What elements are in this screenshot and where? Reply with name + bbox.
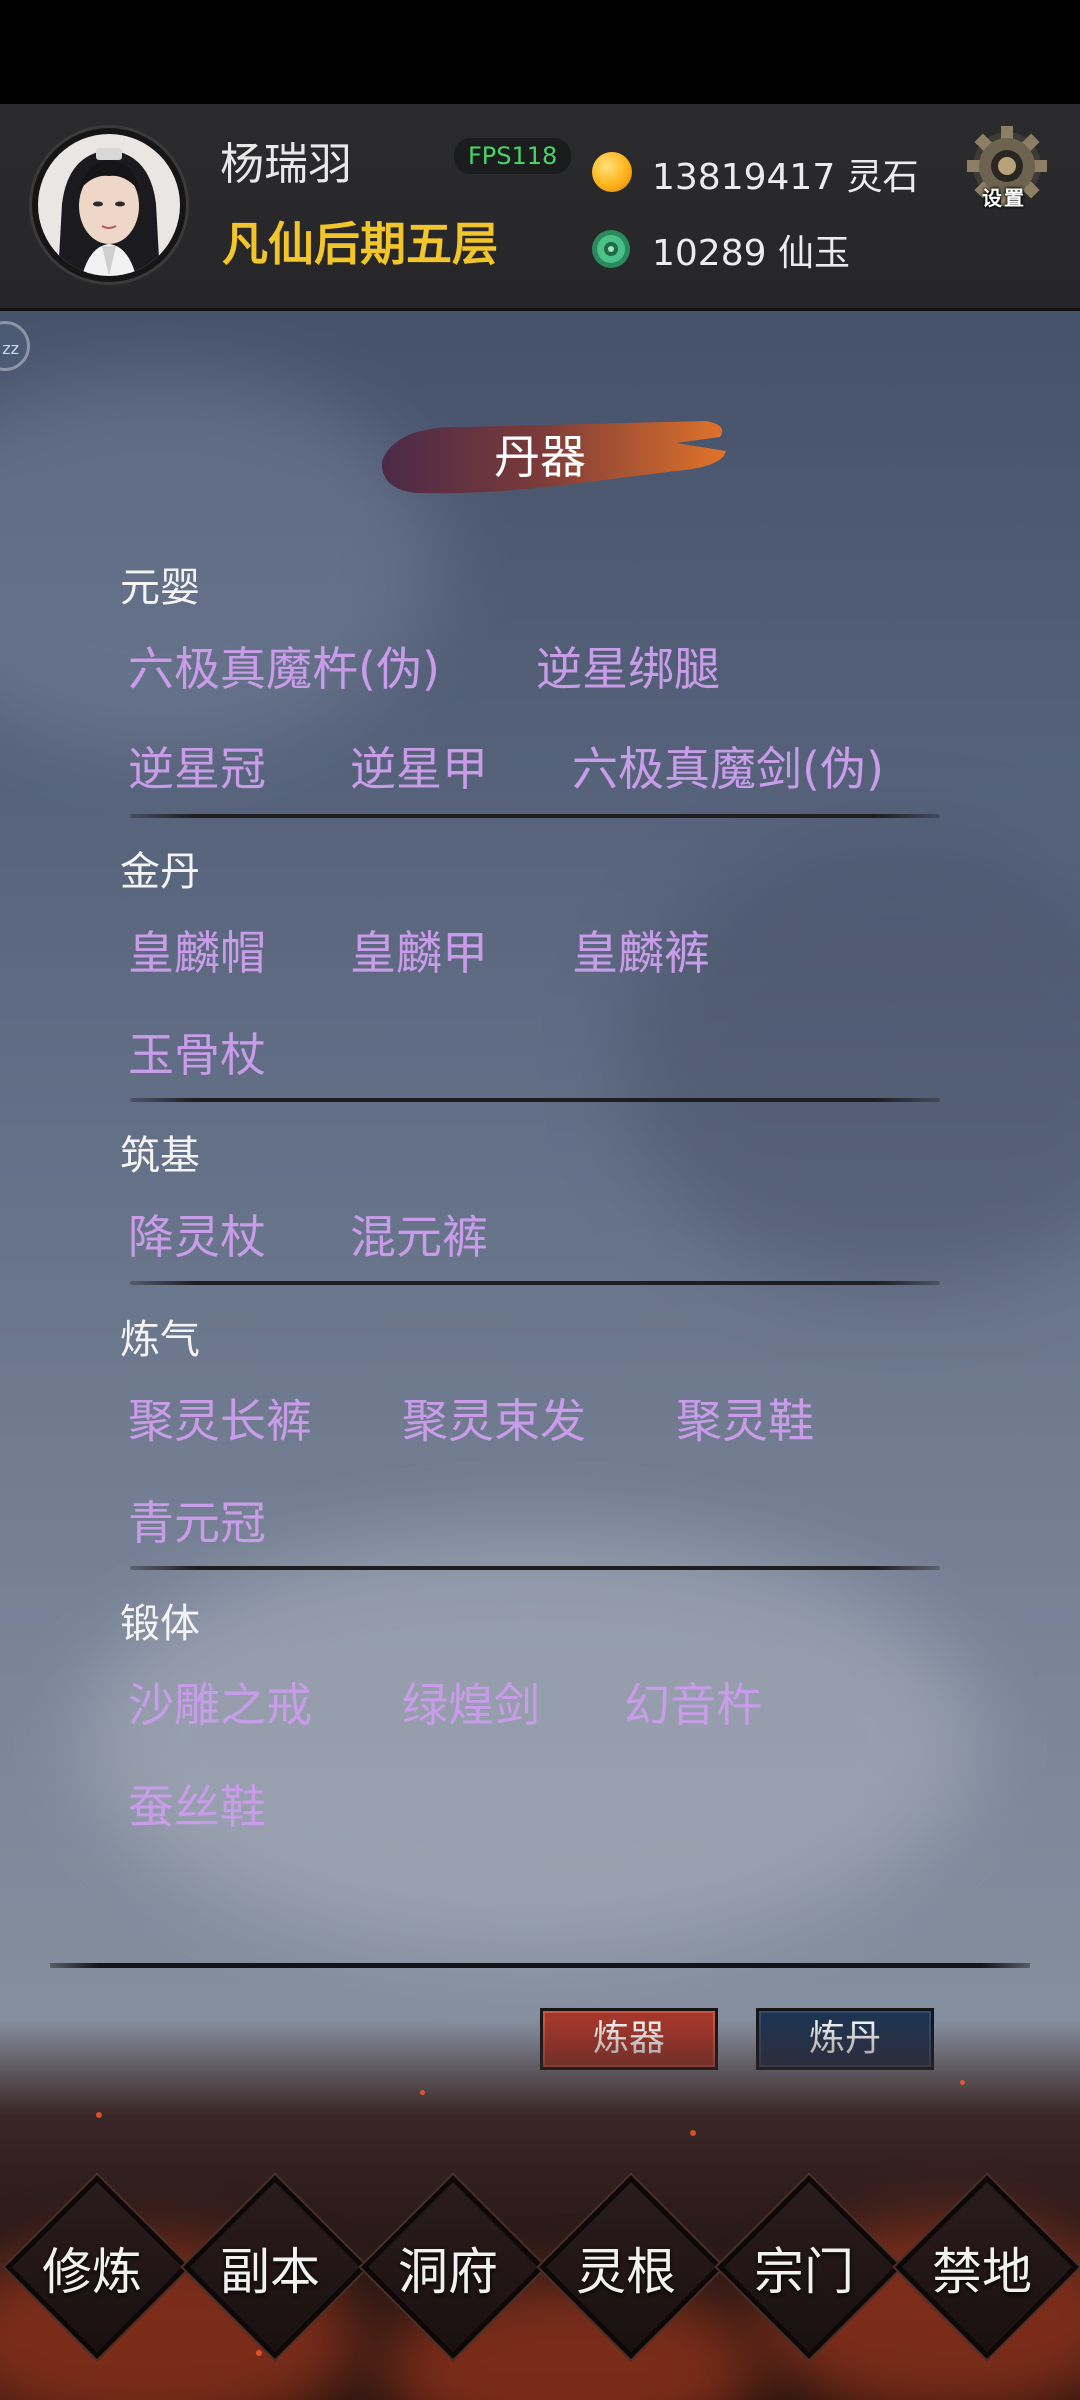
ember: [96, 2112, 102, 2118]
recipe-item[interactable]: 六极真魔剑(伪): [572, 733, 884, 799]
section-divider: [130, 1098, 940, 1102]
bg-mist: [620, 831, 1080, 1291]
jade-icon: [592, 230, 630, 268]
panel-bottom-divider: [50, 1963, 1030, 1968]
nav-label: 修炼: [42, 2243, 142, 2301]
cultivation-realm: 凡仙后期五层: [222, 217, 498, 271]
recipe-item[interactable]: 聚灵束发: [402, 1385, 586, 1451]
category-label-zhuji: 筑基: [120, 1133, 200, 1179]
idle-badge[interactable]: zz: [0, 321, 30, 371]
nav-label: 洞府: [398, 2243, 498, 2301]
recipe-item[interactable]: 皇麟甲: [350, 917, 488, 983]
category-label-lianqi: 炼气: [120, 1317, 200, 1363]
category-label-yuanying: 元婴: [120, 565, 200, 611]
recipe-item[interactable]: 逆星绑腿: [536, 633, 720, 699]
nav-label: 灵根: [576, 2243, 676, 2301]
recipe-item[interactable]: 逆星冠: [128, 733, 266, 799]
nav-label: 宗门: [754, 2243, 854, 2301]
panel-title: 丹器: [494, 430, 586, 484]
game-screen: 杨瑞羽 凡仙后期五层 FPS118 13819417 灵石 10289 仙玉 设…: [0, 0, 1080, 2400]
recipe-item[interactable]: 降灵杖: [128, 1201, 266, 1267]
fps-badge: FPS118: [454, 138, 572, 174]
nav-label: 禁地: [932, 2243, 1032, 2301]
nav-cave-dwelling[interactable]: 洞府: [360, 2175, 545, 2359]
status-bar: [0, 0, 1080, 104]
nav-sect[interactable]: 宗门: [716, 2175, 901, 2359]
spirit-stone-count: 13819417 灵石: [652, 157, 919, 198]
recipe-item[interactable]: 六极真魔杵(伪): [128, 633, 440, 699]
recipe-item[interactable]: 逆星甲: [350, 733, 488, 799]
recipe-item[interactable]: 聚灵长裤: [128, 1385, 312, 1451]
nav-cultivate[interactable]: 修炼: [4, 2175, 189, 2359]
recipe-item[interactable]: 皇麟裤: [572, 917, 710, 983]
avatar[interactable]: [38, 134, 180, 276]
bg-mist: [80, 1531, 980, 1951]
ember: [420, 2090, 425, 2095]
section-divider: [130, 1281, 940, 1285]
settings-label: 设置: [982, 186, 1026, 210]
player-name: 杨瑞羽: [220, 139, 352, 190]
nav-label: 副本: [220, 2243, 320, 2301]
avatar-portrait: [38, 134, 180, 276]
recipe-item[interactable]: 蚕丝鞋: [128, 1771, 266, 1837]
spirit-stone-icon: [592, 152, 632, 192]
category-label-jindan: 金丹: [120, 849, 200, 895]
category-label-duanti: 锻体: [120, 1601, 200, 1647]
nav-dungeon[interactable]: 副本: [182, 2175, 367, 2359]
player-header: 杨瑞羽 凡仙后期五层 FPS118 13819417 灵石 10289 仙玉 设…: [0, 104, 1080, 311]
ember: [256, 2350, 262, 2356]
recipe-item[interactable]: 沙雕之戒: [128, 1669, 312, 1735]
recipe-item[interactable]: 聚灵鞋: [676, 1385, 814, 1451]
nav-forbidden-land[interactable]: 禁地: [894, 2175, 1079, 2359]
recipe-item[interactable]: 绿煌剑: [402, 1669, 540, 1735]
recipe-item[interactable]: 青元冠: [128, 1487, 266, 1553]
nav-spirit-root[interactable]: 灵根: [538, 2175, 723, 2359]
recipe-item[interactable]: 幻音杵: [624, 1669, 762, 1735]
ember: [960, 2080, 965, 2085]
recipe-item[interactable]: 混元裤: [350, 1201, 488, 1267]
jade-count: 10289 仙玉: [652, 233, 850, 274]
recipe-item[interactable]: 皇麟帽: [128, 917, 266, 983]
section-divider: [130, 1566, 940, 1570]
forge-panel: zz 丹器 元婴 六极真魔杵(伪) 逆星绑腿 逆星冠 逆星甲 六极真魔剑(伪) …: [0, 311, 1080, 2180]
recipe-item[interactable]: 玉骨杖: [128, 1019, 266, 1085]
section-divider: [130, 814, 940, 818]
ember: [690, 2130, 696, 2136]
